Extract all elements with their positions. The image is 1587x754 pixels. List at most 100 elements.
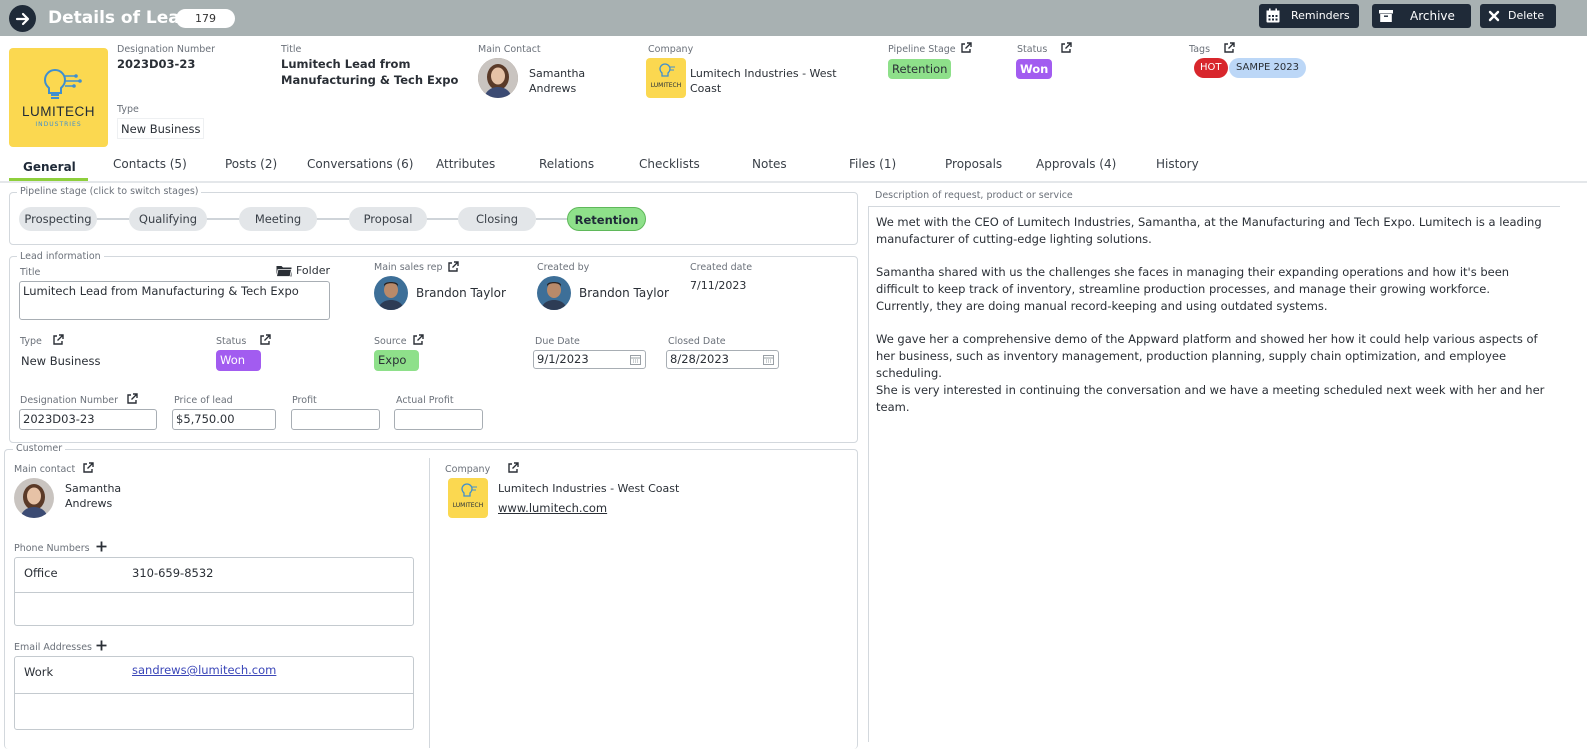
lead-designation-label: Designation Number [20, 395, 119, 406]
pipeline-stage-badge: Retention [888, 59, 952, 79]
lightbulb-icon [659, 63, 675, 77]
stage-prospecting[interactable]: Prospecting [19, 207, 97, 231]
person-photo-icon [478, 58, 518, 98]
tab-attributes[interactable]: Attributes [436, 157, 495, 171]
reminders-button[interactable]: Reminders [1259, 4, 1359, 28]
stage-proposal[interactable]: Proposal [349, 207, 427, 231]
profit-input[interactable] [291, 409, 380, 430]
stage-meeting[interactable]: Meeting [239, 207, 317, 231]
tab-notes[interactable]: Notes [752, 157, 787, 171]
external-link-icon[interactable] [52, 334, 64, 346]
lead-status-label: Status [216, 336, 247, 347]
actual-profit-label: Actual Profit [396, 395, 454, 406]
calendar-icon[interactable] [763, 354, 774, 365]
email-link[interactable]: sandrews@lumitech.com [132, 663, 276, 677]
row-divider [15, 592, 413, 593]
tab-posts[interactable]: Posts (2) [225, 157, 277, 171]
stage-qualifying[interactable]: Qualifying [129, 207, 207, 231]
external-link-icon[interactable] [960, 42, 972, 54]
created-by-avatar[interactable] [537, 276, 571, 310]
back-button[interactable] [9, 5, 36, 32]
due-date-label: Due Date [535, 336, 580, 347]
delete-button[interactable]: Delete [1480, 4, 1556, 28]
tab-approvals[interactable]: Approvals (4) [1036, 157, 1116, 171]
company-logo-small[interactable]: LUMITECH [646, 58, 686, 98]
sales-rep-avatar[interactable] [374, 276, 408, 310]
description-label: Description of request, product or servi… [875, 190, 1073, 201]
title-value-line1: Lumitech Lead from [281, 57, 411, 71]
external-link-icon[interactable] [447, 261, 459, 273]
customer-legend: Customer [13, 443, 66, 454]
stage-closing[interactable]: Closing [458, 207, 536, 231]
profit-label: Profit [292, 395, 317, 406]
arrow-right-icon [15, 12, 29, 25]
add-phone-icon[interactable] [96, 541, 107, 552]
created-by-label: Created by [537, 262, 590, 273]
customer-contact-first: Samantha [65, 482, 122, 495]
folder-icon[interactable] [276, 265, 292, 277]
calendar-icon[interactable] [630, 354, 641, 365]
archive-button[interactable]: Archive [1372, 4, 1471, 28]
company-name-line2[interactable]: Coast [690, 82, 721, 95]
external-link-icon[interactable] [82, 462, 94, 474]
designation-label: Designation Number [117, 44, 216, 55]
customer-main-contact-label: Main contact [14, 464, 76, 475]
calendar-icon [1266, 8, 1280, 23]
tab-history[interactable]: History [1156, 157, 1199, 171]
record-count-badge: 179 [176, 9, 235, 28]
tab-general[interactable]: General [23, 160, 76, 174]
person-photo-icon [14, 478, 54, 518]
external-link-icon[interactable] [1060, 42, 1072, 54]
company-logo: LUMITECH INDUSTRIES [9, 48, 108, 147]
customer-company-logo[interactable]: LUMITECH [448, 478, 488, 518]
tab-checklists[interactable]: Checklists [639, 157, 700, 171]
price-input[interactable]: $5,750.00 [172, 409, 276, 430]
pipeline-stage-label: Pipeline Stage [888, 44, 956, 55]
phone-type: Office [24, 566, 58, 580]
external-link-icon[interactable] [126, 393, 138, 405]
folder-label[interactable]: Folder [296, 264, 330, 277]
external-link-icon[interactable] [412, 334, 424, 346]
person-photo-icon [374, 276, 408, 310]
reminders-label: Reminders [1291, 9, 1350, 22]
closed-date-input[interactable]: 8/28/2023 [666, 350, 779, 369]
row-divider [15, 693, 413, 694]
phone-value[interactable]: 310-659-8532 [132, 566, 213, 580]
stage-retention[interactable]: Retention [567, 207, 646, 231]
actual-profit-input[interactable] [394, 409, 483, 430]
created-date-label: Created date [690, 262, 753, 273]
stage-connector [96, 218, 130, 220]
lead-type-value: New Business [21, 354, 101, 368]
main-contact-label: Main Contact [478, 44, 541, 55]
due-date-input[interactable]: 9/1/2023 [533, 350, 646, 369]
customer-contact-avatar[interactable] [14, 478, 54, 518]
tag-hot[interactable]: HOT [1194, 58, 1228, 78]
tag-sampe[interactable]: SAMPE 2023 [1229, 58, 1306, 78]
title-label: Title [281, 44, 302, 55]
external-link-icon[interactable] [1223, 42, 1235, 54]
stage-connector [206, 218, 240, 220]
lead-status-badge: Won [216, 350, 261, 371]
lead-designation-input[interactable]: 2023D03-23 [19, 409, 157, 430]
external-link-icon[interactable] [507, 462, 519, 474]
external-link-icon[interactable] [259, 334, 271, 346]
contact-avatar[interactable] [478, 58, 518, 98]
main-sales-rep-label: Main sales rep [374, 262, 443, 273]
lead-title-input[interactable]: Lumitech Lead from Manufacturing & Tech … [19, 281, 330, 320]
tab-relations[interactable]: Relations [539, 157, 594, 171]
price-label: Price of lead [174, 395, 233, 406]
phone-numbers-table [14, 557, 414, 626]
lightbulb-circuit-icon [43, 68, 82, 99]
tab-files[interactable]: Files (1) [849, 157, 896, 171]
tab-conversations[interactable]: Conversations (6) [307, 157, 413, 171]
add-email-icon[interactable] [96, 640, 107, 651]
stage-connector [316, 218, 350, 220]
company-website-link[interactable]: www.lumitech.com [498, 501, 607, 515]
tab-proposals[interactable]: Proposals [945, 157, 1002, 171]
created-by-name: Brandon Taylor [579, 286, 669, 300]
tab-bar-divider [0, 181, 1587, 183]
lead-source-label: Source [374, 336, 407, 347]
tab-contacts[interactable]: Contacts (5) [113, 157, 187, 171]
main-contact-last: Andrews [529, 82, 577, 95]
company-name-line1[interactable]: Lumitech Industries - West [690, 67, 837, 80]
